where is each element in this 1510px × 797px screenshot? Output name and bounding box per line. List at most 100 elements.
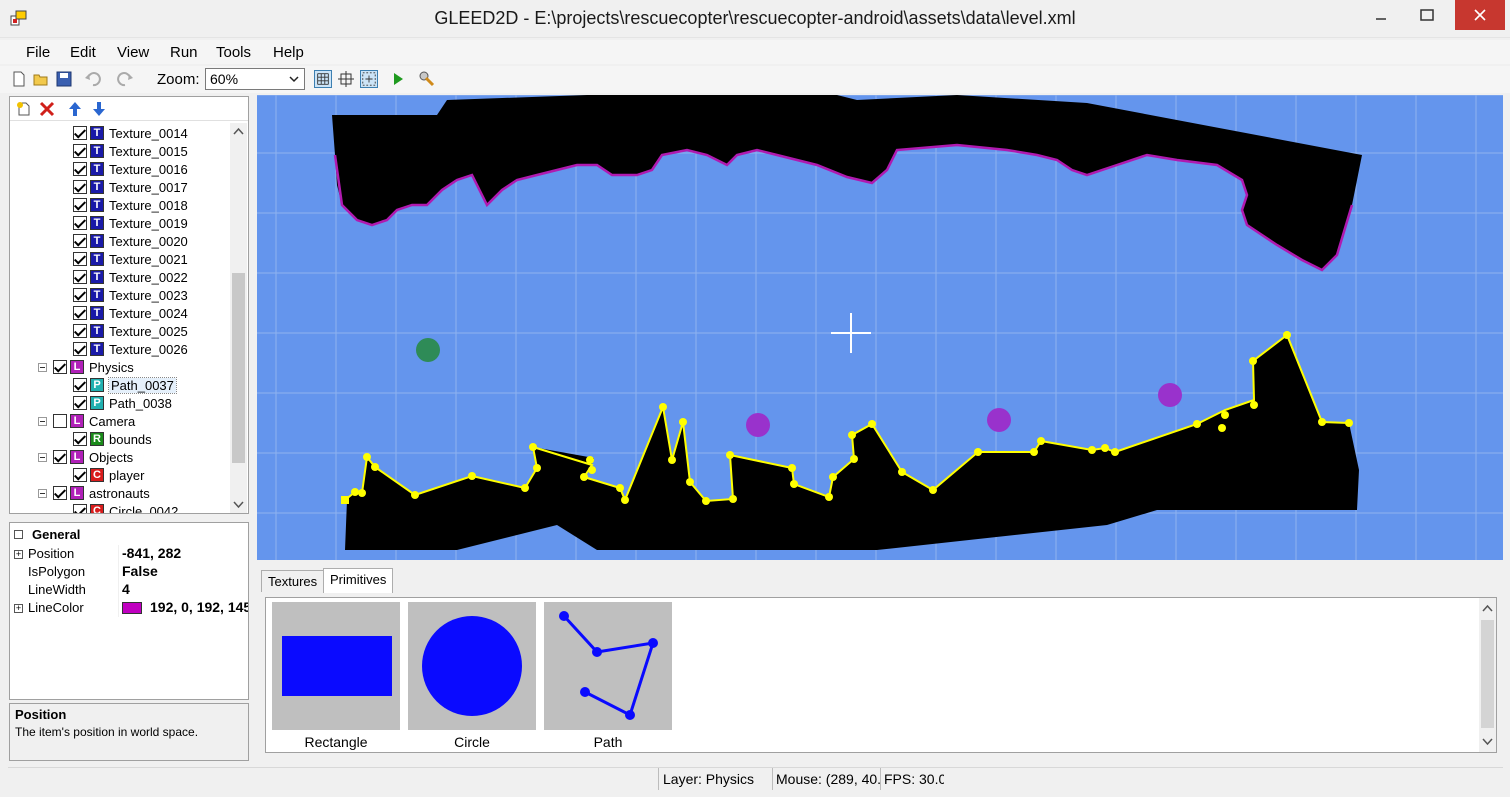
visibility-checkbox[interactable] <box>73 306 87 320</box>
play-icon[interactable] <box>389 70 407 88</box>
primitive-path[interactable]: Path <box>544 602 672 752</box>
prop-value[interactable]: -841, 282 <box>122 545 248 561</box>
visibility-checkbox[interactable] <box>73 396 87 410</box>
camera-icon[interactable] <box>360 70 378 88</box>
visibility-checkbox[interactable] <box>73 270 87 284</box>
scroll-down-icon[interactable] <box>233 501 244 509</box>
tab-primitives[interactable]: Primitives <box>323 568 394 593</box>
move-up-icon[interactable] <box>68 101 82 117</box>
tab-textures[interactable]: Textures <box>261 570 325 592</box>
tree-item-texture_0025[interactable]: T Texture_0025 <box>73 322 188 340</box>
visibility-checkbox[interactable] <box>73 468 87 482</box>
visibility-checkbox[interactable] <box>73 342 87 356</box>
collapse-icon[interactable] <box>14 530 23 539</box>
tree-item-texture_0017[interactable]: T Texture_0017 <box>73 178 188 196</box>
expand-icon[interactable]: + <box>14 604 23 613</box>
grid-icon[interactable] <box>314 70 332 88</box>
primitive-rectangle[interactable]: Rectangle <box>272 602 400 752</box>
upper-terrain[interactable] <box>332 95 1362 270</box>
tree-item-texture_0026[interactable]: T Texture_0026 <box>73 340 188 358</box>
prop-value[interactable]: 192, 0, 192, 145 <box>122 599 248 615</box>
visibility-checkbox[interactable] <box>73 252 87 266</box>
menu-run[interactable]: Run <box>170 44 198 61</box>
astronaut-circle-2[interactable] <box>987 408 1011 432</box>
tree-item-path_0038[interactable]: P Path_0038 <box>73 394 172 412</box>
visibility-checkbox[interactable] <box>73 378 87 392</box>
undo-icon[interactable] <box>84 70 102 88</box>
prop-row-ispolygon[interactable]: IsPolygon False <box>10 563 248 581</box>
prop-value[interactable]: False <box>122 563 248 579</box>
move-down-icon[interactable] <box>92 101 106 117</box>
tree-item-texture_0016[interactable]: T Texture_0016 <box>73 160 188 178</box>
snap-icon[interactable] <box>337 70 355 88</box>
tree-item-circle_0042[interactable]: C Circle_0042 <box>73 502 178 513</box>
collapse-icon[interactable] <box>38 488 47 498</box>
level-view[interactable] <box>257 95 1503 560</box>
visibility-checkbox[interactable] <box>73 126 87 140</box>
astronaut-circle-3[interactable] <box>1158 383 1182 407</box>
astronaut-circle-1[interactable] <box>746 413 770 437</box>
menu-edit[interactable]: Edit <box>70 44 96 61</box>
visibility-checkbox[interactable] <box>73 144 87 158</box>
menu-tools[interactable]: Tools <box>216 44 251 61</box>
primitives-scroll-thumb[interactable] <box>1481 620 1494 728</box>
tree-item-astronauts[interactable]: Lastronauts <box>38 484 150 502</box>
visibility-checkbox[interactable] <box>73 324 87 338</box>
visibility-checkbox[interactable] <box>73 288 87 302</box>
zoom-select[interactable]: 60% <box>205 68 305 90</box>
level-canvas[interactable] <box>257 95 1503 560</box>
visibility-checkbox[interactable] <box>73 432 87 446</box>
tree-item-texture_0023[interactable]: T Texture_0023 <box>73 286 188 304</box>
tree-item-player[interactable]: Cplayer <box>73 466 144 484</box>
delete-icon[interactable] <box>39 101 55 117</box>
new-layer-icon[interactable] <box>16 101 32 117</box>
visibility-checkbox[interactable] <box>53 414 67 428</box>
prop-value[interactable]: 4 <box>122 581 248 597</box>
tree-scrollbar[interactable] <box>230 123 247 513</box>
collapse-icon[interactable] <box>38 416 47 426</box>
visibility-checkbox[interactable] <box>73 162 87 176</box>
expand-icon[interactable]: + <box>14 550 23 559</box>
tree-item-texture_0015[interactable]: T Texture_0015 <box>73 142 188 160</box>
visibility-checkbox[interactable] <box>73 234 87 248</box>
tree-item-path_0037[interactable]: P Path_0037 <box>73 376 177 394</box>
collapse-icon[interactable] <box>38 452 47 462</box>
visibility-checkbox[interactable] <box>73 198 87 212</box>
visibility-checkbox[interactable] <box>73 504 87 513</box>
tree-item-camera[interactable]: L Camera <box>38 412 135 430</box>
settings-icon[interactable] <box>418 70 436 88</box>
visibility-checkbox[interactable] <box>73 216 87 230</box>
tree-item-objects[interactable]: L Objects <box>38 448 133 466</box>
collapse-icon[interactable] <box>38 362 47 372</box>
tree-item-texture_0022[interactable]: T Texture_0022 <box>73 268 188 286</box>
open-folder-icon[interactable] <box>32 70 50 88</box>
primitives-scrollbar[interactable] <box>1479 598 1496 752</box>
visibility-checkbox[interactable] <box>73 180 87 194</box>
tree-item-texture_0014[interactable]: T Texture_0014 <box>73 124 188 142</box>
prop-row-linewidth[interactable]: LineWidth 4 <box>10 581 248 599</box>
save-icon[interactable] <box>55 70 73 88</box>
new-file-icon[interactable] <box>10 70 28 88</box>
scroll-up-icon[interactable] <box>233 127 244 135</box>
prop-row-linecolor[interactable]: + LineColor 192, 0, 192, 145 <box>10 599 248 617</box>
tree-item-texture_0019[interactable]: T Texture_0019 <box>73 214 188 232</box>
prop-category[interactable]: General <box>10 526 248 544</box>
player-circle[interactable] <box>416 338 440 362</box>
menu-file[interactable]: File <box>26 44 50 61</box>
scroll-down-icon[interactable] <box>1482 738 1493 746</box>
scroll-up-icon[interactable] <box>1482 604 1493 612</box>
minimize-button[interactable] <box>1358 0 1404 30</box>
menu-help[interactable]: Help <box>273 44 304 61</box>
tree-item-texture_0018[interactable]: T Texture_0018 <box>73 196 188 214</box>
visibility-checkbox[interactable] <box>53 486 67 500</box>
tree-scroll-thumb[interactable] <box>232 273 245 463</box>
redo-icon[interactable] <box>116 70 134 88</box>
maximize-button[interactable] <box>1404 0 1450 30</box>
prop-row-position[interactable]: + Position -841, 282 <box>10 545 248 563</box>
tree-item-texture_0021[interactable]: T Texture_0021 <box>73 250 188 268</box>
close-button[interactable] <box>1455 0 1505 30</box>
menu-view[interactable]: View <box>117 44 149 61</box>
tree-item-bounds[interactable]: Rbounds <box>73 430 152 448</box>
visibility-checkbox[interactable] <box>53 360 67 374</box>
tree-item-texture_0020[interactable]: T Texture_0020 <box>73 232 188 250</box>
